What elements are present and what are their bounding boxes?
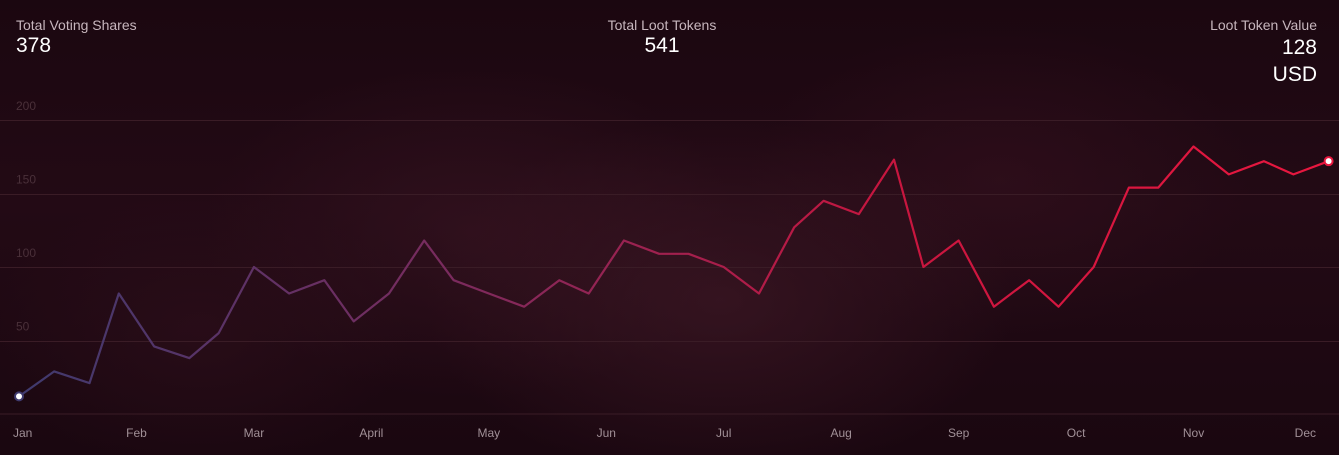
x-tick-label: Mar	[244, 426, 265, 440]
line-chart: 50 100 150 200 Jan Feb Mar April May Jun Jul Aug Sep…	[0, 99, 1339, 440]
x-tick-label: Feb	[126, 426, 147, 440]
x-tick-label: Oct	[1067, 426, 1086, 440]
y-axis-ticks: 50 100 150 200	[16, 99, 36, 334]
y-tick-label: 200	[16, 99, 36, 113]
x-tick-label: May	[477, 426, 500, 440]
series-line	[17, 145, 1330, 398]
x-tick-label: Dec	[1295, 426, 1316, 440]
data-point-start	[14, 391, 24, 402]
x-tick-label: Sep	[948, 426, 970, 440]
y-tick-label: 100	[16, 246, 36, 260]
x-tick-label: Nov	[1183, 426, 1204, 440]
x-tick-label: Aug	[831, 426, 852, 440]
data-point-end	[1323, 156, 1334, 167]
x-tick-label: Jul	[716, 426, 731, 440]
x-tick-label: April	[359, 426, 383, 440]
x-axis-ticks: Jan Feb Mar April May Jun Jul Aug Sep Oct Nov Dec	[13, 426, 1316, 440]
y-tick-label: 150	[16, 173, 36, 187]
y-tick-label: 50	[16, 320, 30, 334]
x-tick-label: Jun	[597, 426, 616, 440]
x-tick-label: Jan	[13, 426, 32, 440]
grid-lines	[0, 120, 1339, 415]
